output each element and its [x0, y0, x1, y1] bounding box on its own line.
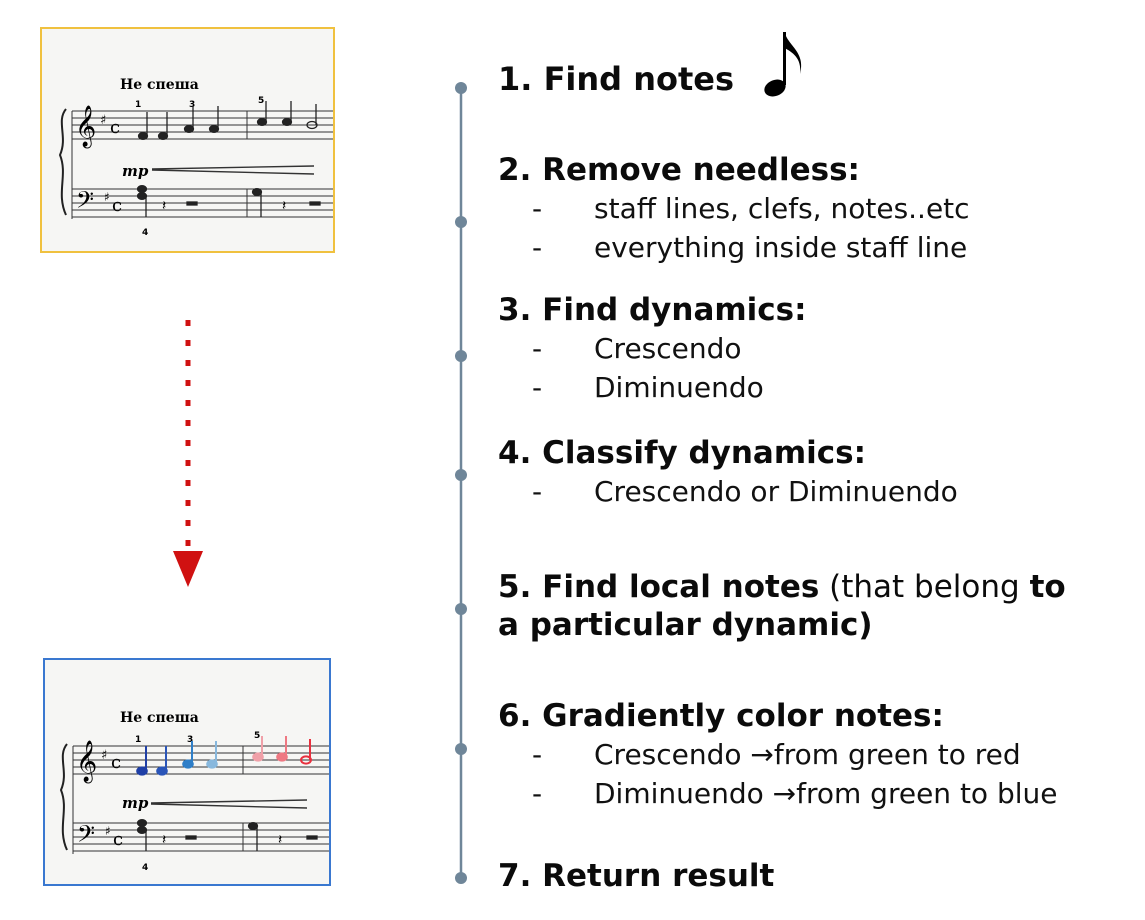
- brace: [58, 108, 67, 216]
- dotted-down-arrow: [173, 320, 203, 587]
- step-5: 5. Find local notes (that belong to a pa…: [498, 568, 1066, 644]
- bass-clef-glyph: 𝄢: [76, 186, 94, 219]
- step-5-title: 5. Find local notes (that belong to: [498, 569, 1066, 605]
- svg-text:𝄽: 𝄽: [162, 198, 166, 214]
- svg-text:5: 5: [254, 731, 260, 741]
- colored-treble-notes: [136, 736, 312, 776]
- step-4-title: 4. Classify dynamics:: [498, 435, 866, 471]
- bass-clef-glyph: 𝄢: [77, 820, 95, 853]
- treble-notes: [137, 101, 318, 141]
- step-3-title: 3. Find dynamics:: [498, 292, 807, 328]
- treble-clef-glyph: 𝄞: [75, 105, 96, 148]
- svg-text:♯: ♯: [105, 824, 111, 838]
- step-7: 7. Return result: [498, 857, 774, 895]
- key-signature: ♯: [100, 113, 106, 128]
- step-2: 2. Remove needless: - staff lines, clefs…: [498, 151, 970, 267]
- treble-clef-glyph: 𝄞: [76, 740, 97, 783]
- step-4-bullet-1: - Crescendo or Diminuendo: [532, 475, 958, 508]
- timeline-dot-2: [455, 216, 467, 228]
- svg-text:♯: ♯: [101, 748, 107, 763]
- arrow-head: [173, 551, 203, 587]
- step-4: 4. Classify dynamics: - Crescendo or Dim…: [498, 434, 958, 511]
- timeline-dot-4: [455, 469, 467, 481]
- original-score-image: Не спеша 𝄞 ♯ c 1 3 5 mp 𝄢 ♯ c 4 𝄽 𝄽: [40, 27, 335, 253]
- fingering-4: 4: [142, 228, 148, 238]
- tempo-marking: Не спеша: [120, 77, 199, 93]
- note-pink-red: [276, 736, 288, 762]
- step-1-title: 1. Find notes: [498, 60, 735, 98]
- step-6-title: 6. Gradiently color notes:: [498, 698, 944, 734]
- svg-text:1: 1: [135, 735, 141, 745]
- colored-score-excerpt: Не спеша 𝄞 ♯ c 1 3 5 mp 𝄢 ♯ c 4 𝄽 𝄽: [59, 710, 329, 873]
- fingering-1: 1: [135, 100, 141, 110]
- svg-text:𝄽: 𝄽: [278, 832, 282, 848]
- svg-text:4: 4: [142, 863, 148, 873]
- step-2-bullet-2: - everything inside staff line: [532, 231, 968, 264]
- brace: [59, 743, 68, 851]
- time-signature: c: [110, 117, 120, 138]
- step-6: 6. Gradiently color notes: - Crescendo →…: [498, 697, 1058, 813]
- step-2-title: 2. Remove needless:: [498, 152, 860, 188]
- tempo-marking: Не спеша: [120, 710, 199, 726]
- timeline-dot-3: [455, 350, 467, 362]
- step-3-bullet-1: - Crescendo: [532, 332, 742, 365]
- hairpin: [150, 799, 308, 809]
- fingering-5: 5: [258, 96, 264, 106]
- dynamic-marking: mp: [122, 794, 149, 812]
- timeline-dot-5: [455, 603, 467, 615]
- pipeline-timeline: [455, 82, 467, 884]
- eighth-note-icon: [764, 32, 802, 97]
- svg-text:𝄽: 𝄽: [282, 198, 286, 214]
- step-1: 1. Find notes: [498, 60, 734, 98]
- fingering-3: 3: [189, 100, 195, 110]
- bass-staff: [73, 822, 329, 852]
- timeline-dot-1: [455, 82, 467, 94]
- colored-score-image: Не спеша 𝄞 ♯ c 1 3 5 mp 𝄢 ♯ c 4 𝄽 𝄽: [43, 658, 331, 886]
- step-3-bullet-2: - Diminuendo: [532, 371, 764, 404]
- timeline-dot-6: [455, 743, 467, 755]
- step-3: 3. Find dynamics: - Crescendo - Diminuen…: [498, 291, 807, 407]
- note-light-blue: [206, 741, 218, 769]
- step-6-bullet-1: - Crescendo →from green to red: [532, 738, 1021, 771]
- svg-text:c: c: [112, 195, 122, 216]
- svg-text:c: c: [111, 752, 121, 773]
- step-5-title-line2: a particular dynamic): [498, 607, 873, 643]
- step-2-bullet-1: - staff lines, clefs, notes..etc: [532, 192, 970, 225]
- svg-text:c: c: [113, 829, 123, 850]
- hairpin: [151, 165, 315, 175]
- svg-text:𝄽: 𝄽: [162, 832, 166, 848]
- dynamic-marking: mp: [122, 162, 149, 180]
- step-7-title: 7. Return result: [498, 858, 775, 894]
- timeline-dot-7: [455, 872, 467, 884]
- svg-text:♯: ♯: [104, 190, 110, 204]
- score-excerpt: Не спеша 𝄞 ♯ c 1 3 5 mp 𝄢 ♯ c 4 𝄽 𝄽: [58, 77, 333, 238]
- step-6-bullet-2: - Diminuendo →from green to blue: [532, 777, 1058, 810]
